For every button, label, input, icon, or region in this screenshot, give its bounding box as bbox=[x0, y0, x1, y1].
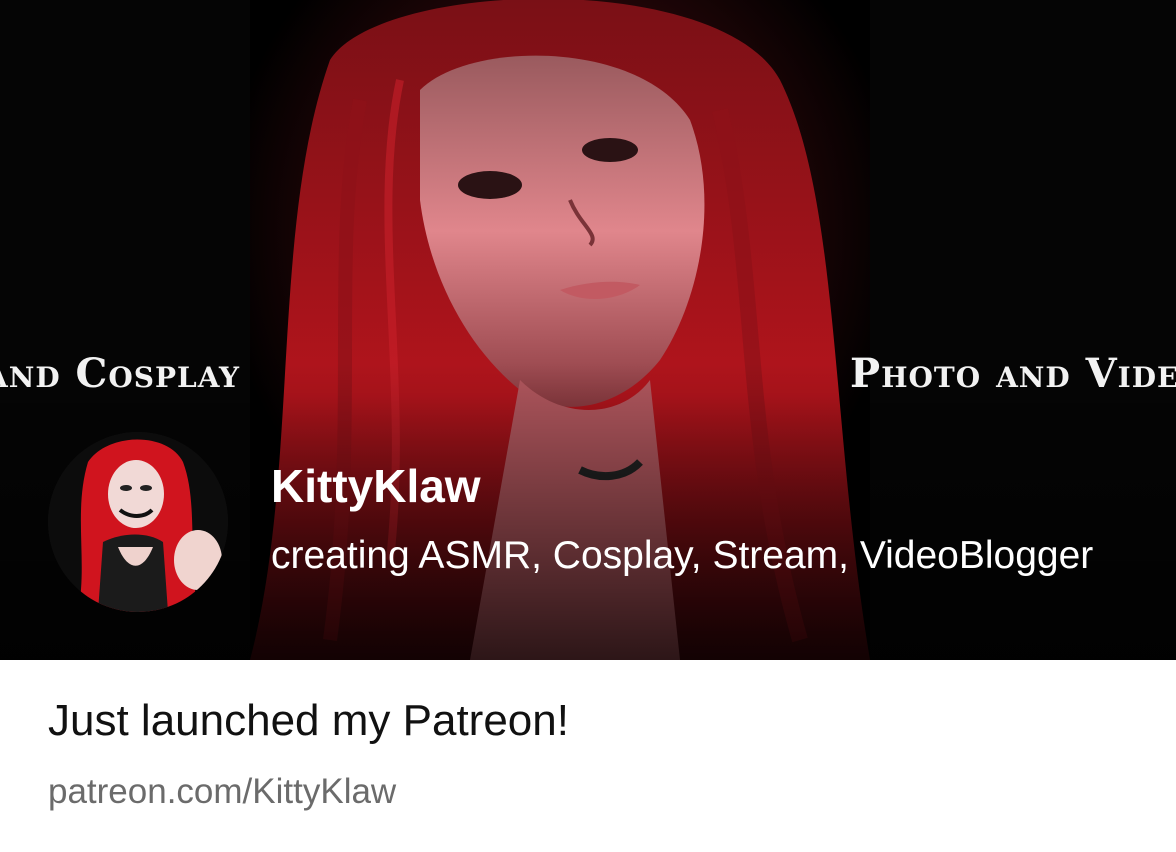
creator-tagline: creating ASMR, Cosplay, Stream, VideoBlo… bbox=[271, 534, 1094, 577]
link-preview-card[interactable]: and Cosplay Photo and Video KittyKlaw cr… bbox=[0, 0, 1176, 852]
creator-avatar[interactable] bbox=[48, 432, 228, 612]
banner-caption-right: Photo and Video bbox=[850, 350, 1176, 397]
post-link[interactable]: patreon.com/KittyKlaw bbox=[48, 772, 396, 812]
cover-banner: and Cosplay Photo and Video KittyKlaw cr… bbox=[0, 0, 1176, 660]
creator-name[interactable]: KittyKlaw bbox=[271, 460, 481, 512]
banner-caption-left: and Cosplay bbox=[0, 350, 241, 397]
post-title[interactable]: Just launched my Patreon! bbox=[48, 696, 569, 746]
avatar-portrait bbox=[48, 432, 228, 612]
